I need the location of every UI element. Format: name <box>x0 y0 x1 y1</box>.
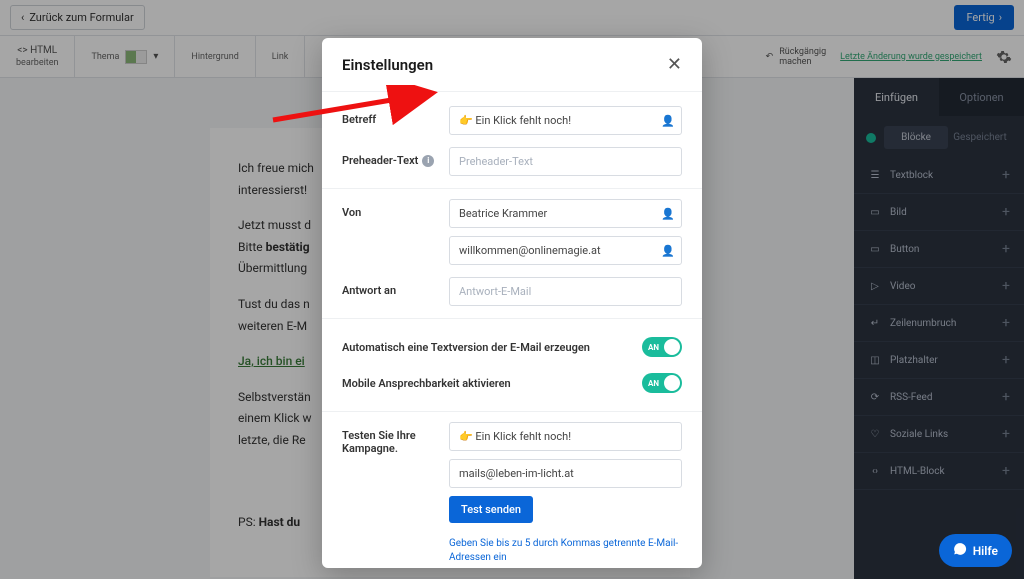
preheader-input[interactable] <box>449 147 682 176</box>
person-icon[interactable]: 👤 <box>661 207 675 220</box>
info-icon[interactable]: i <box>422 155 434 167</box>
toggle-textversion[interactable]: AN <box>642 337 682 357</box>
modal-title: Einstellungen <box>342 56 433 74</box>
test-subject-input[interactable] <box>449 422 682 451</box>
test-hint: Geben Sie bis zu 5 durch Kommas getrennt… <box>449 537 682 565</box>
betreff-input[interactable] <box>449 106 682 135</box>
von-label: Von <box>342 199 437 219</box>
chat-icon <box>953 542 967 559</box>
close-icon[interactable]: ✕ <box>667 54 682 75</box>
person-icon[interactable]: 👤 <box>661 114 675 127</box>
test-email-input[interactable] <box>449 459 682 488</box>
help-label: Hilfe <box>973 544 998 558</box>
toggle-textversion-label: Automatisch eine Textversion der E-Mail … <box>342 341 590 354</box>
preheader-label: Preheader-Text i <box>342 147 437 167</box>
von-name-input[interactable] <box>449 199 682 228</box>
antwort-label: Antwort an <box>342 277 437 297</box>
toggle-responsive[interactable]: AN <box>642 373 682 393</box>
von-email-input[interactable] <box>449 236 682 265</box>
test-label: Testen Sie IhreKampagne. <box>342 422 437 455</box>
person-icon[interactable]: 👤 <box>661 244 675 257</box>
antwort-input[interactable] <box>449 277 682 306</box>
toggle-responsive-label: Mobile Ansprechbarkeit aktivieren <box>342 377 511 390</box>
help-button[interactable]: Hilfe <box>939 534 1012 567</box>
test-send-button[interactable]: Test senden <box>449 496 533 523</box>
annotation-arrow-icon <box>268 85 443 125</box>
